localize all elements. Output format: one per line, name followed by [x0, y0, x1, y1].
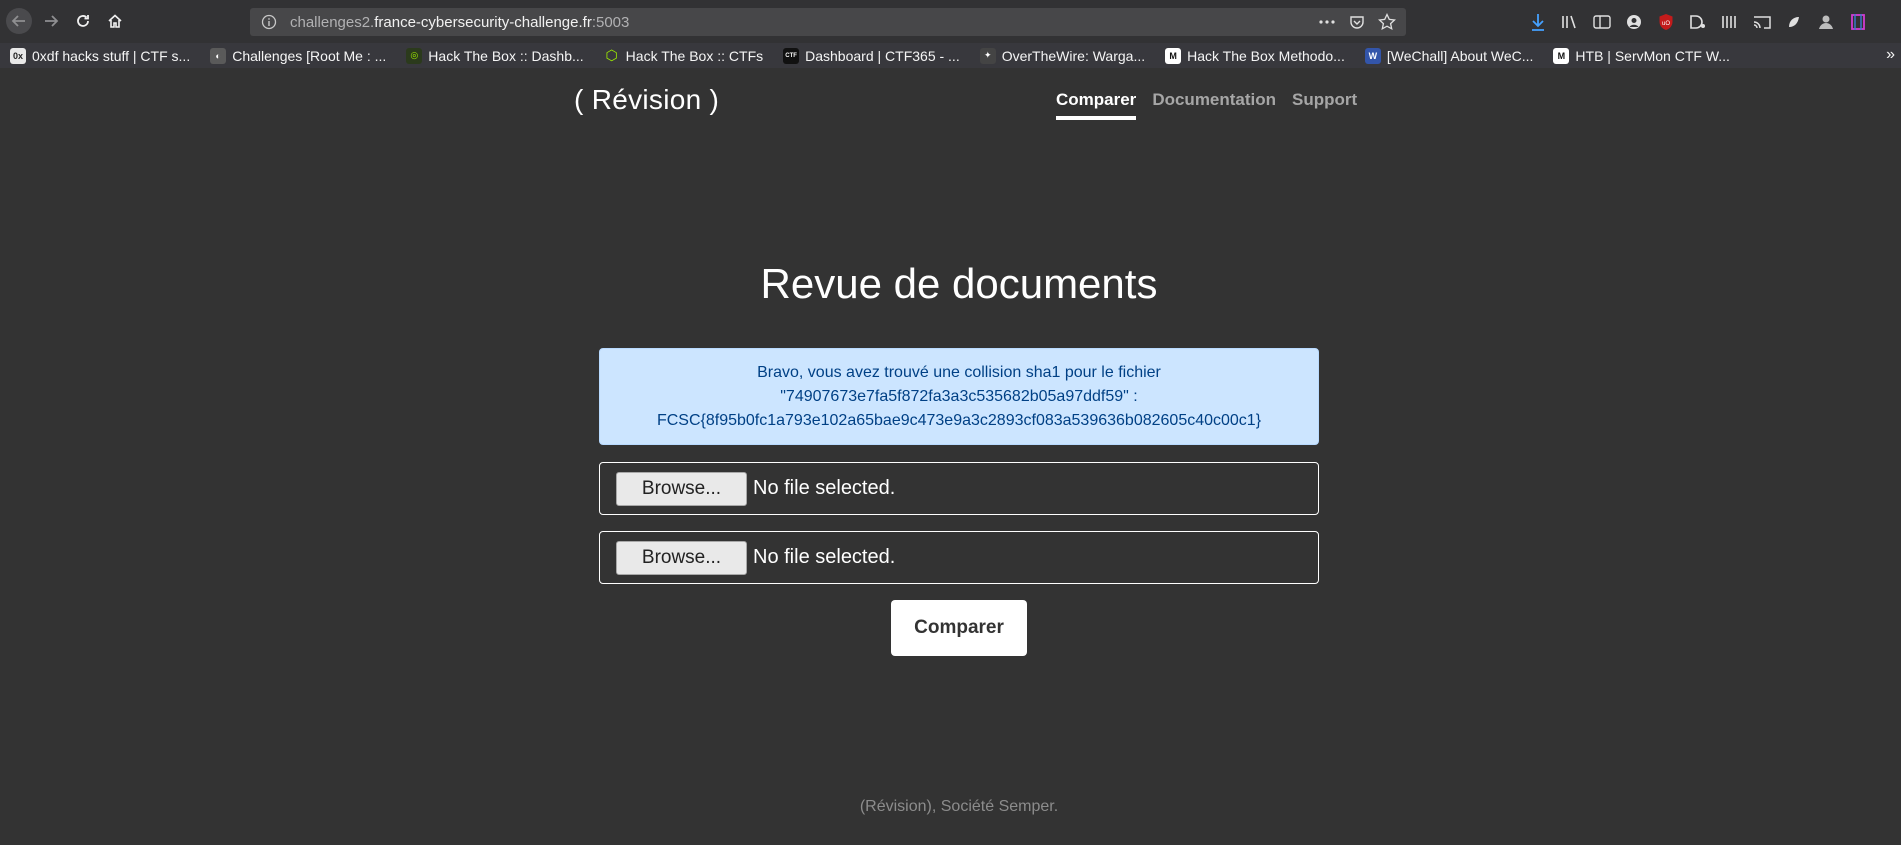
success-alert: Bravo, vous avez trouvé une collision sh… — [599, 348, 1319, 445]
svg-text:uO: uO — [1662, 21, 1670, 27]
file-status-1: No file selected. — [753, 477, 896, 499]
bookmark-favicon-icon: ⬡ — [605, 47, 618, 63]
address-bar[interactable]: challenges2.france-cybersecurity-challen… — [250, 8, 1406, 36]
extension-incognito-icon[interactable] — [1814, 10, 1838, 34]
bookmark-label: OverTheWire: Warga... — [1001, 47, 1146, 64]
forward-icon[interactable] — [38, 8, 64, 34]
footer-text: (Révision), Société Semper. — [859, 798, 1059, 815]
bookmarks-overflow-icon[interactable]: » — [1886, 46, 1895, 64]
bookmark-favicon-icon: ◐ — [210, 47, 227, 64]
url-domain: france-cybersecurity-challenge.fr — [374, 13, 592, 31]
nav-link-support[interactable]: Support — [1292, 90, 1357, 120]
bookmarks-bar: 0x 0xdf hacks stuff | CTF s... ◐ Challenge… — [0, 43, 1901, 68]
bookmark-label: Hack The Box Methodo... — [1187, 47, 1345, 64]
compare-submit-button[interactable]: Comparer — [891, 600, 1027, 656]
extension-leaf-icon[interactable] — [1782, 10, 1806, 34]
url-text[interactable]: challenges2.france-cybersecurity-challen… — [290, 14, 629, 31]
bookmark-favicon-icon: W — [1364, 47, 1381, 64]
bookmark-star-icon[interactable] — [1376, 11, 1398, 33]
extension-d-icon[interactable] — [1686, 10, 1710, 34]
download-icon[interactable] — [1526, 10, 1550, 34]
site-brand[interactable]: ( Révision ) — [574, 84, 719, 116]
bookmark-favicon-icon: M — [1553, 47, 1570, 64]
bookmark-label: [WeChall] About WeC... — [1386, 47, 1534, 64]
page-title: Revue de documents — [760, 260, 1158, 307]
bookmark-label: Hack The Box :: Dashb... — [428, 47, 584, 64]
bookmark-htb-methodology[interactable]: M Hack The Box Methodo... — [1165, 47, 1345, 64]
bookmark-label: HTB | ServMon CTF W... — [1575, 47, 1730, 64]
ublock-icon[interactable]: uO — [1654, 10, 1678, 34]
alert-flag: FCSC{8f95b0fc1a793e102a65bae9c473e9a3c28… — [656, 412, 1262, 429]
bookmark-label: 0xdf hacks stuff | CTF s... — [32, 47, 191, 64]
alert-file-hash: "74907673e7fa5f872fa3a3c535682b05a97ddf5… — [780, 388, 1138, 405]
file-input-1[interactable]: Browse... No file selected. — [599, 462, 1319, 515]
sidebar-icon[interactable] — [1590, 10, 1614, 34]
reload-icon[interactable] — [70, 8, 96, 34]
bookmark-ctf365[interactable]: CTF Dashboard | CTF365 - ... — [783, 47, 960, 64]
main-nav: Comparer Documentation Support — [1056, 90, 1357, 120]
pocket-icon[interactable] — [1346, 11, 1368, 33]
bookmark-label: Hack The Box :: CTFs — [625, 47, 764, 64]
bookmark-favicon-icon: 0x — [10, 47, 26, 64]
extension-bars-icon[interactable] — [1718, 10, 1742, 34]
bookmark-favicon-icon: ◎ — [406, 47, 423, 64]
bookmark-root-me[interactable]: ◐ Challenges [Root Me : ... — [210, 47, 387, 64]
bookmark-overthewire[interactable]: ✦ OverTheWire: Warga... — [979, 47, 1146, 64]
browser-toolbar: challenges2.france-cybersecurity-challen… — [0, 0, 1901, 44]
bookmark-htb-dashboard[interactable]: ◎ Hack The Box :: Dashb... — [406, 47, 584, 64]
site-info-icon[interactable] — [260, 13, 278, 31]
nav-link-documentation[interactable]: Documentation — [1152, 90, 1276, 120]
home-icon[interactable] — [102, 8, 128, 34]
url-port: :5003 — [591, 13, 630, 31]
bookmark-label: Dashboard | CTF365 - ... — [805, 47, 960, 64]
library-icon[interactable] — [1558, 10, 1582, 34]
bookmark-favicon-icon: CTF — [783, 47, 800, 64]
page-content: ( Révision ) Comparer Documentation Supp… — [0, 68, 1901, 845]
page-actions-icon[interactable] — [1316, 11, 1338, 33]
browse-button-1[interactable]: Browse... — [616, 471, 747, 506]
bookmark-label: Challenges [Root Me : ... — [232, 47, 387, 64]
browse-button-2[interactable]: Browse... — [616, 540, 747, 575]
bookmark-favicon-icon: M — [1165, 47, 1182, 64]
cast-icon[interactable] — [1750, 10, 1774, 34]
url-subdomain: challenges2. — [290, 13, 375, 31]
file-status-2: No file selected. — [753, 546, 896, 568]
bookmark-favicon-icon: ✦ — [979, 47, 996, 64]
bookmark-0xdf[interactable]: 0x 0xdf hacks stuff | CTF s... — [10, 47, 191, 64]
alert-message: Bravo, vous avez trouvé une collision sh… — [757, 364, 1161, 381]
account-icon[interactable] — [1622, 10, 1646, 34]
back-icon[interactable] — [6, 8, 32, 34]
file-input-2[interactable]: Browse... No file selected. — [599, 531, 1319, 584]
extension-frame-icon[interactable] — [1846, 10, 1870, 34]
bookmark-htb-servmon[interactable]: M HTB | ServMon CTF W... — [1553, 47, 1730, 64]
bookmark-wechall[interactable]: W [WeChall] About WeC... — [1364, 47, 1534, 64]
nav-link-comparer[interactable]: Comparer — [1056, 90, 1137, 120]
bookmark-htb-ctfs[interactable]: ⬡ Hack The Box :: CTFs — [604, 47, 764, 64]
